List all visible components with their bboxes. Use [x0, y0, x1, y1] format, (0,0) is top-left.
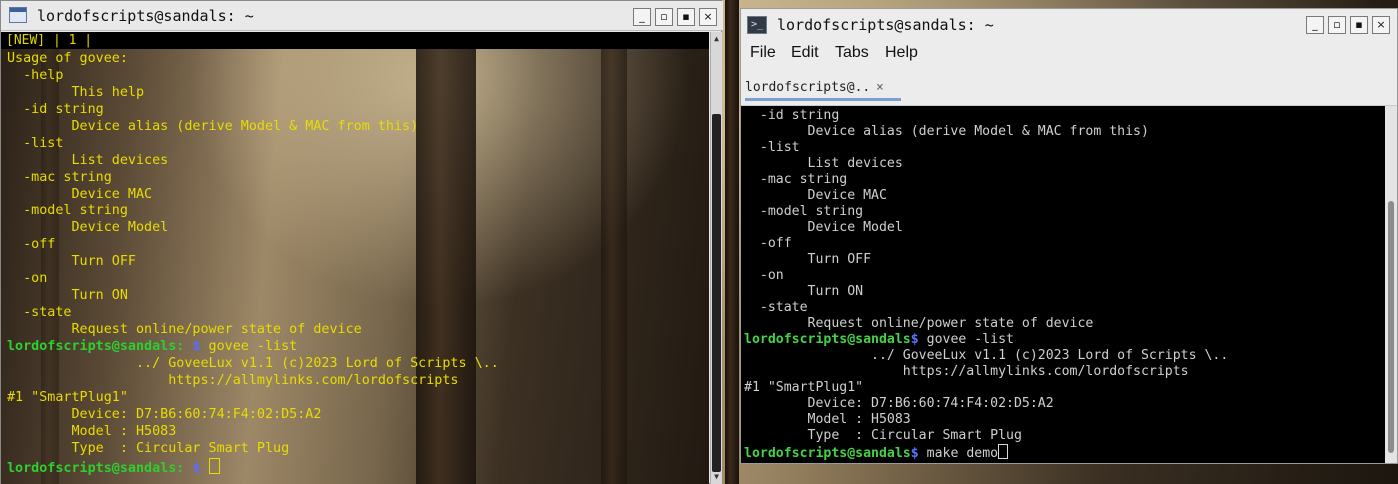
output-line: Request online/power state of device	[744, 316, 1094, 331]
lxterminal-terminal-screen[interactable]: -id string Device alias (derive Model & …	[741, 106, 1385, 463]
terminal-output: Usage of govee: -help This help -id stri…	[7, 51, 499, 476]
scrollbar-thumb[interactable]	[712, 114, 721, 472]
output-line: Type : Circular Smart Plug	[7, 440, 290, 456]
output-line: Model : H5083	[744, 412, 911, 427]
xterm-terminal-screen[interactable]: [NEW] | 1 | Usage of govee: -help This h…	[1, 32, 709, 484]
output-line: Turn ON	[7, 288, 128, 304]
command-text: govee -list	[918, 332, 1014, 347]
menu-file[interactable]: File	[750, 44, 776, 62]
xterm-titlebar[interactable]: lordofscripts@sandals: ~ _ ▫ ▪ ×	[1, 1, 723, 31]
prompt-line: lordofscripts@sandals: $ govee -list	[7, 339, 499, 356]
prompt-symbol: $	[184, 338, 201, 354]
output-line: -state	[744, 300, 808, 315]
output-line: -off	[7, 237, 56, 253]
output-line: -state	[7, 305, 72, 321]
terminal-prompt-icon: >_	[747, 16, 767, 34]
output-line: https://allmylinks.com/lordofscripts	[744, 364, 1189, 379]
output-line: -model string	[7, 203, 128, 219]
wallpaper-tree	[601, 32, 627, 484]
tab-terminal[interactable]: lordofscripts@.. ×	[745, 75, 901, 101]
menu-bar: File Edit Tabs Help	[741, 42, 1397, 66]
command-text	[201, 461, 209, 476]
output-line: Device: D7:B6:60:74:F4:02:D5:A2	[7, 406, 322, 422]
output-line: This help	[7, 84, 145, 100]
close-button[interactable]: ×	[699, 8, 717, 26]
command-text: make demo	[918, 446, 999, 461]
minimize-button[interactable]: _	[633, 8, 651, 26]
text-cursor	[208, 457, 220, 474]
scroll-up-arrow-icon[interactable]: ▲	[712, 34, 721, 44]
lxterminal-scrollbar[interactable]	[1385, 106, 1397, 463]
output-line: Device MAC	[744, 188, 887, 203]
output-line: Turn OFF	[744, 252, 872, 267]
output-line: -list	[744, 140, 800, 155]
scrollbar-thumb[interactable]	[1388, 201, 1394, 453]
output-line: -mac string	[7, 169, 112, 185]
command-text: govee -list	[200, 338, 298, 354]
close-button[interactable]: ×	[1372, 16, 1390, 34]
lxterminal-title: lordofscripts@sandals: ~	[777, 16, 994, 34]
screen-tab-status: [NEW] | 1 |	[1, 32, 709, 49]
output-line: List devices	[7, 152, 169, 168]
output-line: #1 "SmartPlug1"	[7, 389, 128, 405]
output-line: Type : Circular Smart Plug	[744, 428, 1022, 443]
output-line: -model string	[744, 204, 864, 219]
output-line: Device MAC	[7, 186, 153, 202]
prompt-user-host: lordofscripts@sandals:	[7, 338, 185, 354]
xterm-title: lordofscripts@sandals: ~	[37, 7, 254, 25]
prompt-user-host: lordofscripts@sandals:	[7, 460, 185, 476]
minimize-button[interactable]: _	[1306, 16, 1324, 34]
output-line: -off	[744, 236, 792, 251]
prompt-symbol: $	[910, 446, 919, 461]
maximize-button[interactable]: ▪	[677, 8, 695, 26]
tab-close-icon[interactable]: ×	[876, 75, 884, 101]
output-line: Model : H5083	[7, 423, 177, 439]
scroll-down-arrow-icon[interactable]: ▼	[712, 472, 721, 482]
terminal-output: -id string Device alias (derive Model & …	[744, 108, 1229, 461]
output-line: #1 "SmartPlug1"	[744, 380, 864, 395]
xterm-scrollbar[interactable]: ▲ ▼	[710, 32, 722, 484]
menu-edit[interactable]: Edit	[791, 44, 819, 62]
menu-tabs[interactable]: Tabs	[835, 44, 869, 62]
text-cursor	[998, 444, 1009, 459]
prompt-line: lordofscripts@sandals: $	[7, 457, 499, 476]
output-line: ../ GoveeLux v1.1 (c)2023 Lord of Script…	[744, 348, 1229, 363]
output-line: Request online/power state of device	[7, 322, 362, 337]
output-line: -list	[7, 135, 64, 151]
prompt-symbol: $	[910, 332, 919, 347]
xterm-window: lordofscripts@sandals: ~ _ ▫ ▪ × [NEW] |…	[0, 0, 723, 484]
output-line: Turn OFF	[7, 254, 136, 270]
restore-button[interactable]: ▫	[1328, 16, 1346, 34]
output-line: -help	[7, 67, 64, 83]
output-line: -mac string	[744, 172, 848, 187]
prompt-line: lordofscripts@sandals$ make demo	[744, 444, 1228, 461]
output-line: Device alias (derive Model & MAC from th…	[7, 118, 419, 134]
output-line: -id string	[7, 101, 104, 117]
tab-bar: lordofscripts@.. ×	[741, 71, 1397, 106]
output-line: Device Model	[7, 220, 169, 236]
output-line: Turn ON	[744, 284, 864, 299]
lxterminal-titlebar[interactable]: >_ lordofscripts@sandals: ~ _ ▫ ▪ ×	[741, 9, 1397, 40]
output-line: ../ GoveeLux v1.1 (c)2023 Lord of Script…	[7, 355, 499, 371]
wallpaper-tree	[725, 0, 739, 484]
restore-button[interactable]: ▫	[655, 8, 673, 26]
output-line: Usage of govee:	[7, 51, 128, 66]
prompt-line: lordofscripts@sandals$ govee -list	[744, 332, 1228, 348]
prompt-user-host: lordofscripts@sandals	[744, 332, 911, 347]
prompt-user-host: lordofscripts@sandals	[744, 446, 911, 461]
maximize-button[interactable]: ▪	[1350, 16, 1368, 34]
output-line: https://allmylinks.com/lordofscripts	[7, 372, 459, 388]
output-line: Device: D7:B6:60:74:F4:02:D5:A2	[744, 396, 1054, 411]
output-line: List devices	[744, 156, 903, 171]
terminal-window-icon	[9, 7, 27, 23]
output-line: -on	[7, 271, 48, 287]
output-line: -id string	[744, 108, 840, 123]
output-line: -on	[744, 268, 784, 283]
output-line: Device Model	[744, 220, 903, 235]
prompt-symbol: $	[184, 460, 201, 476]
lxterminal-window: >_ lordofscripts@sandals: ~ _ ▫ ▪ × File…	[740, 8, 1398, 464]
output-line: Device alias (derive Model & MAC from th…	[744, 124, 1149, 139]
tab-label: lordofscripts@..	[745, 80, 871, 95]
menu-help[interactable]: Help	[885, 44, 918, 62]
